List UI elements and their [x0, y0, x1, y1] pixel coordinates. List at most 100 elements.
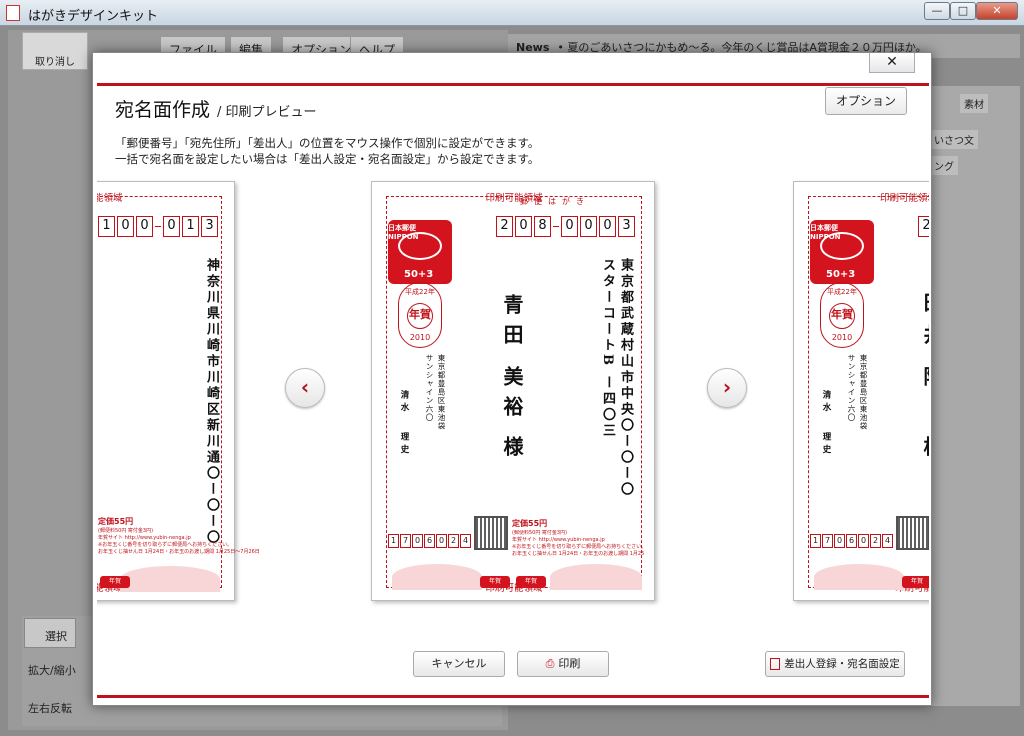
postcard-price: 定価55円 [98, 517, 134, 526]
recipient-zip: 2 0 8 [918, 216, 929, 237]
recipient-surname: 田 [920, 292, 929, 322]
stamp-design [398, 232, 442, 260]
decoration-graphic-left [814, 564, 904, 590]
zip-digit: 3 [201, 216, 218, 237]
print-button-label: 印刷 [558, 657, 581, 670]
select-tool[interactable]: 選択 [24, 618, 76, 648]
postage-stamp-icon: 日本郵便 NIPPON 50+3 [388, 220, 452, 284]
nenga-mark: 平成22年 年賀 2010 [398, 282, 442, 348]
recipient-honorific: 様 [500, 436, 524, 466]
recipient-address: 神奈川県川崎市川崎区新川通〇ー〇ー〇 [204, 258, 219, 546]
postage-stamp-icon: 日本郵便 NIPPON 50+3 [810, 220, 874, 284]
sender-settings-button[interactable]: 差出人登録・宛名面設定 [765, 651, 905, 677]
zip-digit: 4 [460, 534, 471, 548]
zip-digit: 0 [858, 534, 869, 548]
nenga-era: 平成22年 [827, 288, 857, 296]
footer-divider [97, 695, 929, 698]
print-button[interactable]: ⎙ 印刷 [517, 651, 609, 677]
zip-digit: 0 [412, 534, 423, 548]
print-area-label: 印刷可能領域 [485, 193, 543, 204]
recipient-address-line-2: スターコートB ー四〇三 [600, 258, 615, 440]
cancel-button[interactable]: キャンセル [413, 651, 505, 677]
dialog-close-button[interactable]: ✕ [869, 53, 915, 73]
undo-button[interactable]: 取り消し [22, 32, 88, 70]
recipient-surname: 青田 [500, 294, 524, 354]
postcard-previous[interactable]: 印刷可能領域 印刷可能領域 1 0 0 0 1 3 神奈川県川崎市川崎区新川通〇… [97, 181, 260, 601]
lottery-badge: 年賀 [100, 576, 130, 588]
sender-address-line-1: 東京都豊島区東池袋 [437, 354, 446, 431]
decoration-graphic [120, 566, 220, 592]
postcard-next[interactable]: 印刷可能領域 印刷可能領域 日本郵便 NIPPON 50+3 2 0 8 平成2… [793, 181, 929, 601]
decoration-graphic-left [392, 564, 482, 590]
zip-digit: 0 [436, 534, 447, 548]
dialog-subtitle: / 印刷プレビュー [217, 105, 317, 120]
sender-address-line-2: サンシャイン六〇 [847, 354, 856, 422]
qr-code-icon [474, 516, 508, 550]
zip-digit: 4 [882, 534, 893, 548]
zip-digit: 0 [163, 216, 180, 237]
next-card-arrow-icon[interactable]: › [707, 368, 747, 408]
material-tab[interactable]: 素材 [960, 94, 988, 113]
ring-tab[interactable]: ング [930, 156, 958, 175]
zoom-label: 拡大/縮小 [28, 664, 76, 677]
zip-digit: 2 [448, 534, 459, 548]
sender-zip: 1 7 0 6 0 2 4 [388, 534, 472, 548]
sender-surname: 清水 [821, 390, 831, 415]
zip-digit: 0 [117, 216, 134, 237]
maximize-button[interactable]: □ [950, 2, 976, 20]
minimize-button[interactable]: — [924, 2, 950, 20]
app-titlebar: はがきデザインキット — □ ✕ [0, 0, 1024, 26]
sender-address-line-2: サンシャイン六〇 [425, 354, 434, 422]
sender-given-name: 理史 [399, 432, 409, 457]
recipient-honorific: 様 [920, 436, 929, 466]
nenga-era: 平成22年 [405, 288, 435, 296]
lottery-badge: 年賀 [902, 576, 929, 588]
options-button[interactable]: オプション [825, 87, 907, 115]
recipient-given-name: 美裕 [500, 366, 524, 426]
app-title: はがきデザインキット [28, 9, 159, 24]
recipient-zip: 2 0 8 0 0 0 3 [496, 216, 637, 237]
hagaki-label: 郵便はがき [520, 197, 590, 206]
right-panel: 素材 いさつ文 ング [930, 86, 1020, 706]
zip-digit: 1 [810, 534, 821, 548]
zip-digit: 2 [496, 216, 513, 237]
stamp-value: 50+3 [826, 269, 856, 280]
zip-digit: 0 [834, 534, 845, 548]
description-line-1: 「郵便番号」「宛先住所」「差出人」の位置をマウス操作で個別に設定ができます。 [115, 136, 540, 150]
zip-digit: 1 [388, 534, 399, 548]
nenga-year: 2010 [831, 333, 853, 342]
zip-digit: 1 [98, 216, 115, 237]
lottery-badge: 年賀 [480, 576, 510, 588]
zip-digit: 2 [870, 534, 881, 548]
zip-digit: 1 [182, 216, 199, 237]
postcard-fine-print: (郵便料50円 寄付金3円) 年賀サイト http://www.yubin-ne… [512, 530, 644, 557]
print-area-label: 印刷可能領域 [879, 193, 929, 204]
sender-settings-label: 差出人登録・宛名面設定 [784, 658, 900, 670]
flip-label: 左右反転 [28, 702, 72, 715]
sender-zip: 1 7 0 6 0 2 4 [810, 534, 894, 548]
lottery-badge-2: 年賀 [516, 576, 546, 588]
zip-digit: 7 [400, 534, 411, 548]
window-close-button[interactable]: ✕ [976, 2, 1018, 20]
zip-digit: 0 [561, 216, 578, 237]
qr-code-icon [896, 516, 929, 550]
sender-address-line-1: 東京都豊島区東池袋 [859, 354, 868, 431]
zip-digit: 0 [580, 216, 597, 237]
app-icon [6, 5, 20, 21]
zip-digit: 3 [618, 216, 635, 237]
recipient-address-line-1: 東京都武蔵村山市中央〇ー〇ー〇 [618, 258, 633, 498]
preview-carousel: 印刷可能領域 印刷可能領域 1 0 0 0 1 3 神奈川県川崎市川崎区新川通〇… [97, 177, 929, 609]
previous-card-arrow-icon[interactable]: ‹ [285, 368, 325, 408]
recipient-zip: 1 0 0 0 1 3 [98, 216, 220, 237]
header-divider [97, 83, 929, 86]
decoration-graphic-right [550, 564, 642, 590]
zip-digit: 0 [136, 216, 153, 237]
zip-separator [553, 226, 559, 227]
postcard-price: 定価55円 [512, 519, 548, 528]
greeting-tab[interactable]: いさつ文 [930, 130, 978, 149]
print-area-label: 印刷可能領域 [97, 193, 123, 204]
sender-surname: 清水 [399, 390, 409, 415]
zip-digit: 0 [515, 216, 532, 237]
dialog-title: 宛名面作成 [115, 99, 211, 121]
postcard-current[interactable]: 印刷可能領域 印刷可能領域 郵便はがき 日本郵便 NIPPON 50+3 2 0… [371, 181, 655, 601]
